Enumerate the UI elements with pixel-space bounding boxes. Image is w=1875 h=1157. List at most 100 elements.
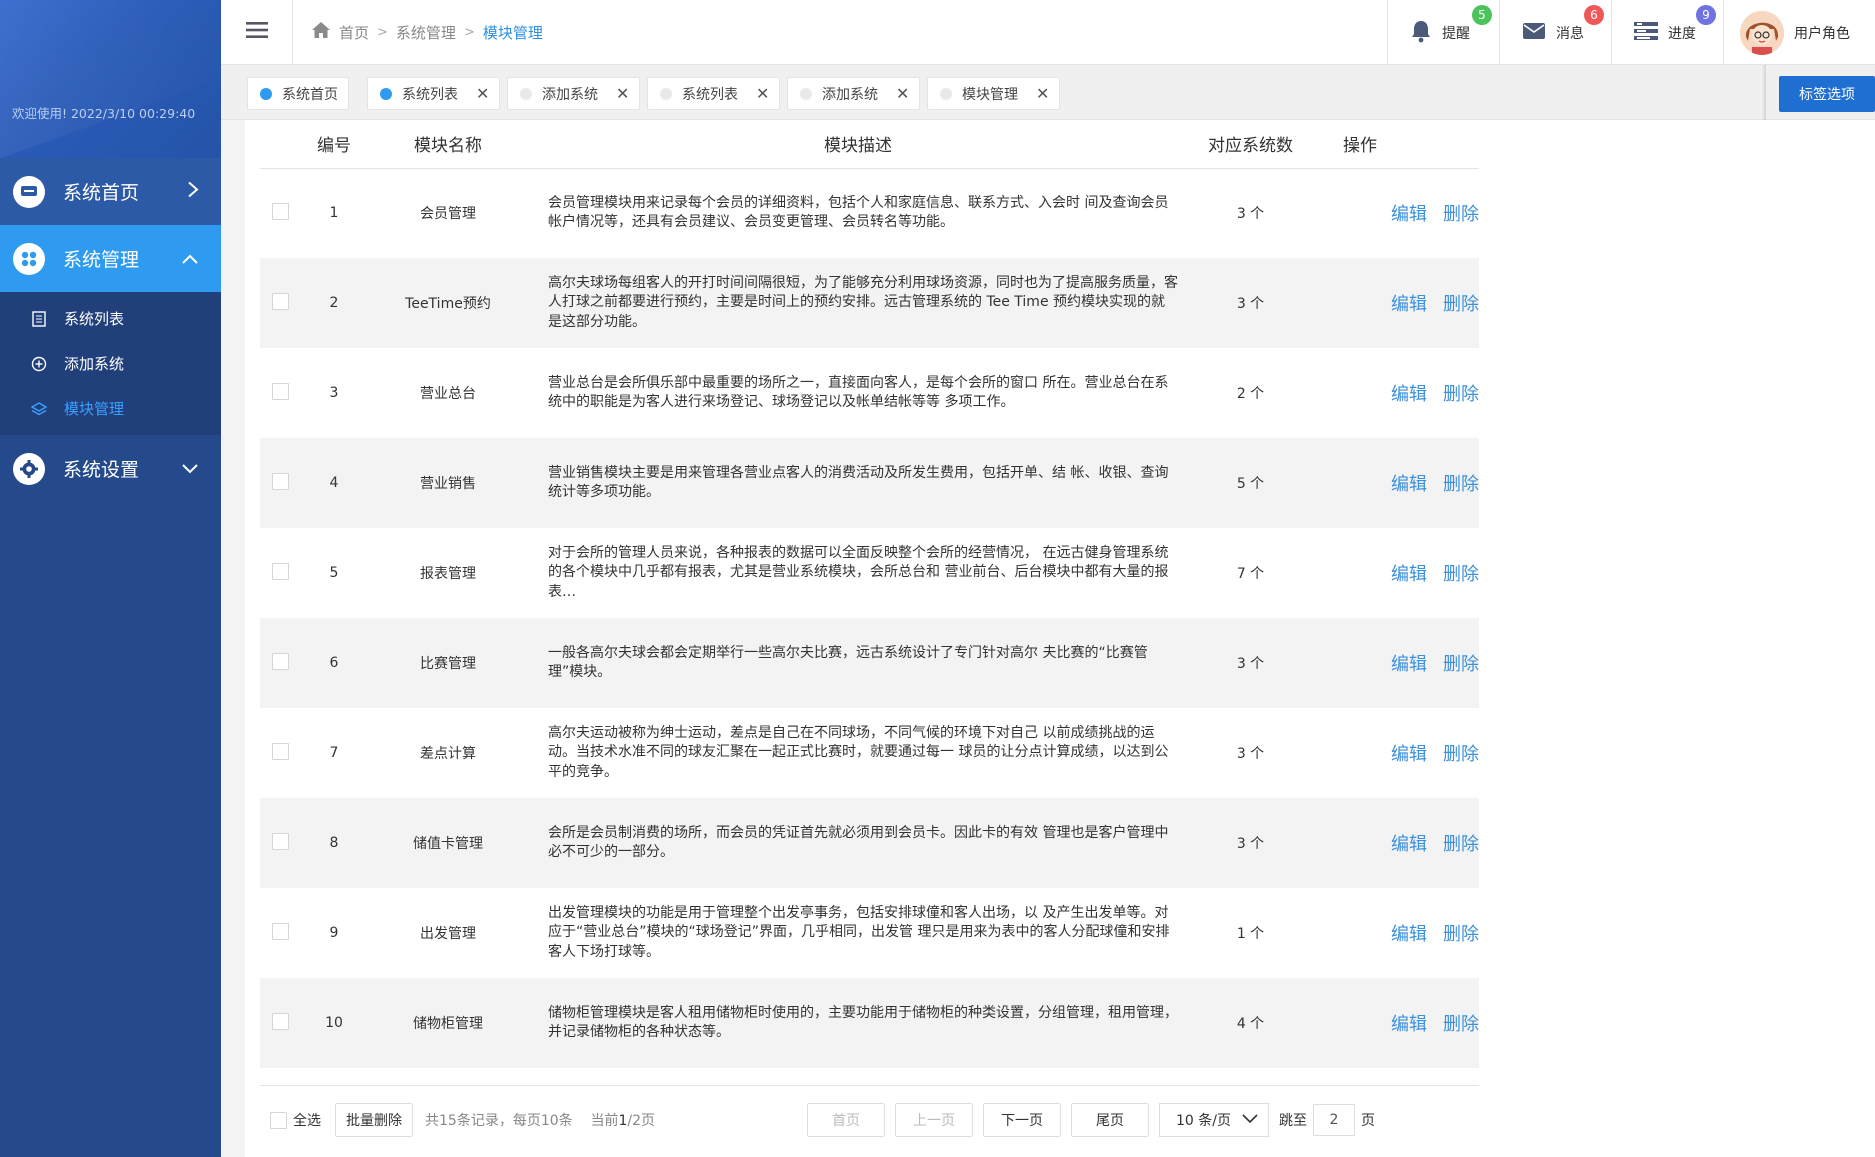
avatar xyxy=(1740,10,1784,55)
prev-page-button[interactable]: 上一页 xyxy=(895,1103,973,1137)
row-checkbox[interactable] xyxy=(271,1012,289,1030)
delete-button[interactable]: 删除 xyxy=(1443,474,1479,495)
nav-item-system-home[interactable]: 系统首页 xyxy=(0,158,221,225)
row-module-name: TeeTime预约 xyxy=(405,296,491,312)
table-body: 1 会员管理 会员管理模块用来记录每个会员的详细资料，包括个人和家庭信息、联系方式、… xyxy=(260,168,1479,1068)
tab-module-manage[interactable]: 模块管理 ✕ xyxy=(927,77,1061,110)
row-system-count[interactable]: 3 个 xyxy=(1188,258,1313,348)
delete-button[interactable]: 删除 xyxy=(1443,924,1479,945)
page-size-select[interactable]: 10 条/页 xyxy=(1159,1103,1269,1137)
batch-delete-button[interactable]: 批量删除 xyxy=(335,1103,413,1137)
row-system-count[interactable]: 2 个 xyxy=(1188,348,1313,438)
row-checkbox[interactable] xyxy=(271,292,289,310)
close-icon[interactable]: ✕ xyxy=(756,84,769,103)
last-page-button[interactable]: 尾页 xyxy=(1071,1103,1149,1137)
close-icon[interactable]: ✕ xyxy=(616,84,629,103)
next-page-button[interactable]: 下一页 xyxy=(983,1103,1061,1137)
total-pages: /2页 xyxy=(627,1113,655,1129)
delete-button[interactable]: 删除 xyxy=(1443,294,1479,315)
plus-circle-icon xyxy=(30,355,48,373)
user-role-label: 用户角色 xyxy=(1794,25,1850,42)
page-size-value: 10 条/页 xyxy=(1176,1113,1231,1129)
progress-button[interactable]: 进度 9 xyxy=(1611,0,1723,65)
delete-button[interactable]: 删除 xyxy=(1443,654,1479,675)
row-checkbox[interactable] xyxy=(271,832,289,850)
close-icon[interactable]: ✕ xyxy=(896,84,909,103)
row-system-count[interactable]: 3 个 xyxy=(1188,618,1313,708)
reminder-button[interactable]: 提醒 5 xyxy=(1387,0,1499,65)
edit-button[interactable]: 编辑 xyxy=(1391,294,1427,315)
row-checkbox[interactable] xyxy=(271,652,289,670)
edit-button[interactable]: 编辑 xyxy=(1391,204,1427,225)
row-description: 营业总台是会所俱乐部中最重要的场所之一，直接面向客人，是每个会所的窗口 所在。营… xyxy=(548,374,1169,411)
close-icon[interactable]: ✕ xyxy=(476,84,489,103)
row-system-count[interactable]: 3 个 xyxy=(1188,708,1313,798)
nav-item-system-manage[interactable]: 系统管理 xyxy=(0,225,221,292)
table-row: 1 会员管理 会员管理模块用来记录每个会员的详细资料，包括个人和家庭信息、联系方式、… xyxy=(260,168,1479,258)
edit-button[interactable]: 编辑 xyxy=(1391,924,1427,945)
header-num: 编号 xyxy=(300,120,368,169)
delete-button[interactable]: 删除 xyxy=(1443,564,1479,585)
row-checkbox[interactable] xyxy=(271,202,289,220)
row-checkbox-cell xyxy=(260,978,300,1068)
select-all[interactable]: 全选 xyxy=(270,1110,321,1130)
row-num: 6 xyxy=(329,655,339,671)
edit-button[interactable]: 编辑 xyxy=(1391,384,1427,405)
content-gutter xyxy=(221,120,245,1157)
table-row: 4 营业销售 营业销售模块主要是用来管理各营业点客人的消费活动及所发生费用，包括开单… xyxy=(260,438,1479,528)
nav-item-system-settings[interactable]: 系统设置 xyxy=(0,435,221,502)
jump-page-input[interactable] xyxy=(1313,1104,1355,1136)
row-checkbox[interactable] xyxy=(271,922,289,940)
delete-button[interactable]: 删除 xyxy=(1443,384,1479,405)
row-system-count[interactable]: 3 个 xyxy=(1188,798,1313,888)
user-menu[interactable]: 用户角色 xyxy=(1723,0,1875,65)
delete-button[interactable]: 删除 xyxy=(1443,1014,1479,1035)
row-checkbox-cell xyxy=(260,438,300,528)
breadcrumb-section[interactable]: 系统管理 xyxy=(396,22,456,43)
row-system-count[interactable]: 7 个 xyxy=(1188,528,1313,618)
row-checkbox[interactable] xyxy=(271,562,289,580)
row-checkbox[interactable] xyxy=(271,382,289,400)
row-checkbox[interactable] xyxy=(271,742,289,760)
row-num: 5 xyxy=(329,565,339,581)
menu-toggle-button[interactable] xyxy=(221,0,293,65)
tab-status-dot xyxy=(660,87,672,100)
tab-status-dot xyxy=(520,87,532,100)
nav-label-home: 系统首页 xyxy=(63,182,140,204)
edit-button[interactable]: 编辑 xyxy=(1391,654,1427,675)
tab-add-system-2[interactable]: 添加系统 ✕ xyxy=(787,77,921,110)
edit-button[interactable]: 编辑 xyxy=(1391,1014,1427,1035)
edit-button[interactable]: 编辑 xyxy=(1391,744,1427,765)
row-system-count[interactable]: 5 个 xyxy=(1188,438,1313,528)
select-all-label: 全选 xyxy=(293,1113,321,1129)
edit-button[interactable]: 编辑 xyxy=(1391,834,1427,855)
edit-button[interactable]: 编辑 xyxy=(1391,474,1427,495)
tab-system-list[interactable]: 系统列表 ✕ xyxy=(367,77,501,110)
select-all-checkbox[interactable] xyxy=(270,1111,287,1129)
row-num: 3 xyxy=(329,385,339,401)
row-system-count[interactable]: 1 个 xyxy=(1188,888,1313,978)
row-system-count[interactable]: 4 个 xyxy=(1188,978,1313,1068)
message-button[interactable]: 消息 6 xyxy=(1499,0,1611,65)
table-row: 8 储值卡管理 会所是会员制消费的场所，而会员的凭证首先就必须用到会员卡。因此卡的有… xyxy=(260,798,1479,888)
table-row: 5 报表管理 对于会所的管理人员来说，各种报表的数据可以全面反映整个会所的经营情况，… xyxy=(260,528,1479,618)
row-system-count[interactable]: 3 个 xyxy=(1188,168,1313,258)
first-page-button[interactable]: 首页 xyxy=(807,1103,885,1137)
submenu-item-module-manage[interactable]: 模块管理 xyxy=(0,386,221,431)
tabs-bar: 系统首页 系统列表 ✕ 添加系统 ✕ 系统列表 ✕ 添加系统 ✕ 模块管理 ✕ … xyxy=(221,65,1875,120)
delete-button[interactable]: 删除 xyxy=(1443,204,1479,225)
tab-system-list-2[interactable]: 系统列表 ✕ xyxy=(647,77,781,110)
edit-button[interactable]: 编辑 xyxy=(1391,564,1427,585)
delete-button[interactable]: 删除 xyxy=(1443,834,1479,855)
header-desc: 模块描述 xyxy=(528,120,1188,169)
mail-icon xyxy=(1522,22,1546,44)
tab-add-system[interactable]: 添加系统 ✕ xyxy=(507,77,641,110)
delete-button[interactable]: 删除 xyxy=(1443,744,1479,765)
close-icon[interactable]: ✕ xyxy=(1036,84,1049,103)
tab-options-button[interactable]: 标签选项 xyxy=(1762,65,1875,120)
submenu-item-add-system[interactable]: 添加系统 xyxy=(0,341,221,386)
row-checkbox[interactable] xyxy=(271,472,289,490)
submenu-item-system-list[interactable]: 系统列表 xyxy=(0,296,221,341)
breadcrumb-home[interactable]: 首页 xyxy=(339,22,369,43)
tab-system-home[interactable]: 系统首页 xyxy=(247,77,349,110)
